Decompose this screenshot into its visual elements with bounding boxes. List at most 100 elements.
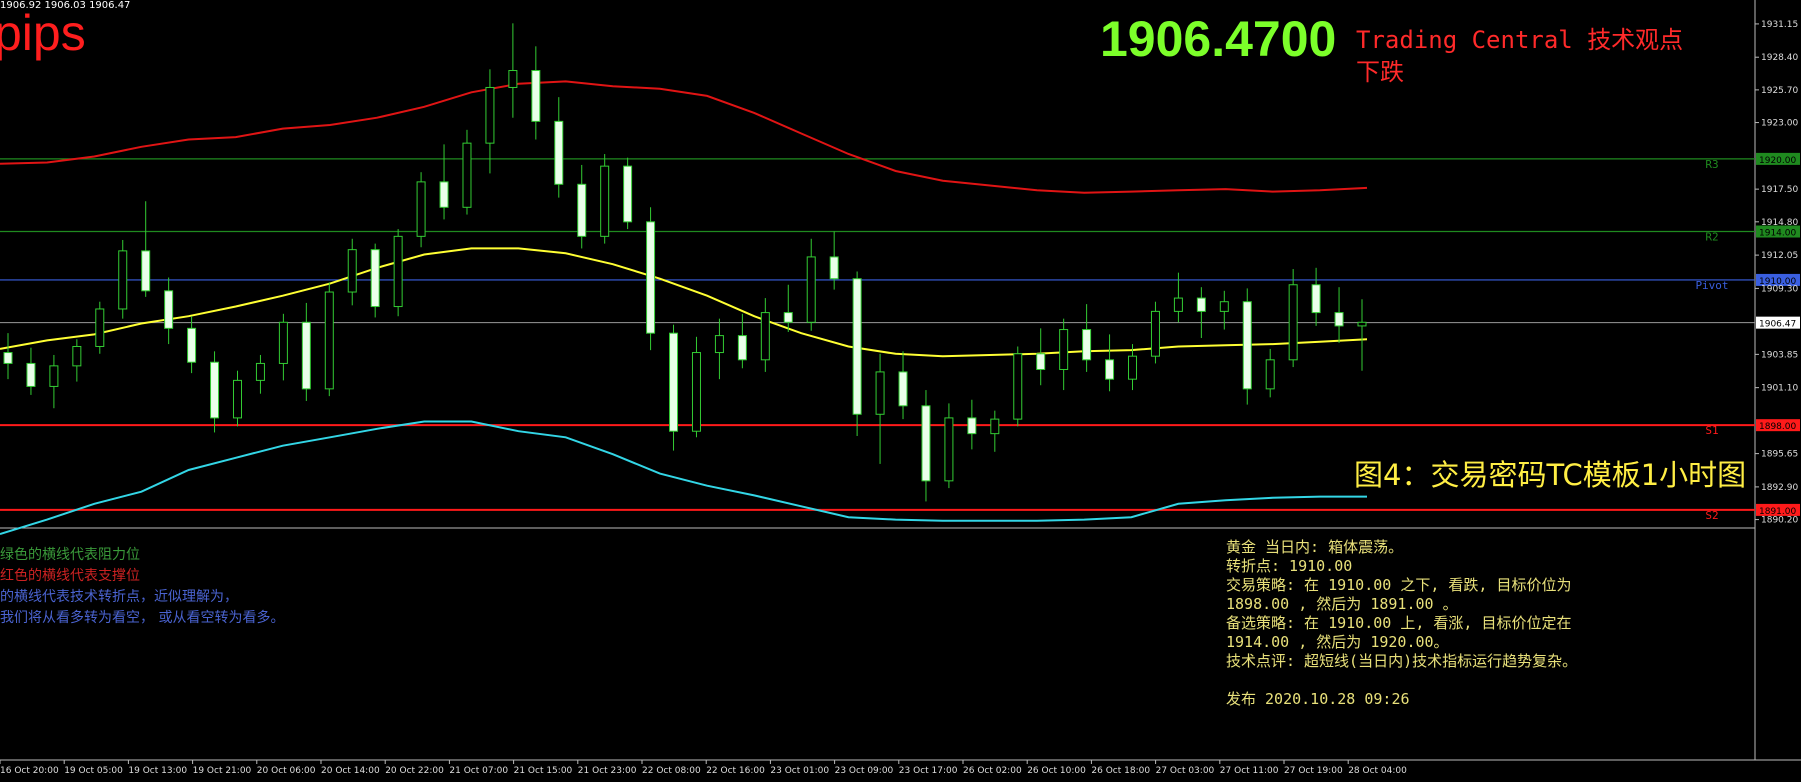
- level-price-label: 1898.00: [1759, 422, 1796, 432]
- candle-body: [1036, 353, 1046, 370]
- candle-body: [118, 250, 128, 310]
- trading-central-view: 下跌: [1356, 58, 1404, 86]
- comment-publish-time: 发布 2020.10.28 09:26: [1226, 690, 1410, 708]
- candle-body: [1196, 297, 1206, 312]
- candle-body: [554, 120, 564, 185]
- candle-body: [1357, 321, 1367, 327]
- candle-body: [990, 418, 1000, 435]
- candle-body: [829, 256, 839, 280]
- time-tick-label: 26 Oct 02:00: [963, 766, 1022, 776]
- price-tick-label: 1909.30: [1761, 284, 1798, 294]
- candle-body: [806, 256, 816, 323]
- candle-body: [1219, 301, 1229, 312]
- time-tick-label: 20 Oct 06:00: [257, 766, 316, 776]
- candle-body: [714, 335, 724, 354]
- candle-body: [1128, 355, 1138, 380]
- candle-body: [347, 249, 357, 293]
- candle-body: [531, 70, 541, 122]
- time-tick-label: 27 Oct 03:00: [1156, 766, 1215, 776]
- candle-body: [852, 278, 862, 415]
- comment-spacer: [1226, 671, 1577, 690]
- time-tick-label: 26 Oct 10:00: [1027, 766, 1086, 776]
- time-tick-label: 23 Oct 17:00: [899, 766, 958, 776]
- candle-body: [3, 352, 13, 364]
- price-tick-label: 1912.05: [1761, 251, 1798, 261]
- time-tick-label: 21 Oct 15:00: [514, 766, 573, 776]
- candle-body: [646, 221, 656, 334]
- level-name-s2: S2: [1705, 509, 1718, 522]
- candle-body: [485, 86, 495, 144]
- price-tick-label: 1903.85: [1761, 350, 1798, 360]
- time-tick-label: 27 Oct 19:00: [1284, 766, 1343, 776]
- series-upper-band: [0, 80, 1368, 194]
- candlesticks: [3, 23, 1367, 502]
- candle-body: [944, 417, 954, 482]
- candle-body: [141, 250, 151, 292]
- price-tick-label: 1917.50: [1761, 185, 1798, 195]
- candle-body: [255, 362, 265, 381]
- time-tick-label: 26 Oct 18:00: [1091, 766, 1150, 776]
- level-name-s1: S1: [1705, 424, 1718, 437]
- legend-line-pivot: 的横线代表技术转折点，近似理解为，: [0, 589, 238, 605]
- candle-body: [278, 321, 288, 364]
- time-tick-label: 20 Oct 14:00: [321, 766, 380, 776]
- candle-body: [1288, 284, 1298, 361]
- level-name-r3: R3: [1705, 158, 1718, 171]
- comment-line: 1914.00 , 然后为 1920.00。: [1226, 633, 1449, 651]
- candle-body: [1173, 297, 1183, 312]
- candle-body: [72, 345, 82, 367]
- time-tick-label: 19 Oct 05:00: [64, 766, 123, 776]
- level-name-r2: R2: [1705, 231, 1718, 244]
- comment-line: 技术点评: 超短线(当日内)技术指标运行趋势复杂。: [1226, 652, 1578, 670]
- candle-body: [967, 417, 977, 435]
- candle-body: [783, 312, 793, 323]
- comment-line: 1898.00 , 然后为 1891.00 。: [1226, 595, 1458, 613]
- candle-body: [1311, 284, 1321, 314]
- comment-line: 交易策略: 在 1910.00 之下, 看跌, 目标价位为: [1226, 576, 1572, 594]
- candle-body: [1105, 359, 1115, 380]
- time-tick-label: 20 Oct 22:00: [385, 766, 444, 776]
- candle-body: [691, 352, 701, 432]
- time-tick-label: 16 Oct 20:00: [0, 766, 59, 776]
- current-price-label: 1906.47: [1759, 320, 1796, 330]
- candle-body: [875, 371, 885, 415]
- series-lower-band: [0, 420, 1367, 536]
- price-tick-label: 1925.70: [1761, 86, 1798, 96]
- candle-body: [1242, 301, 1252, 390]
- price-tick-label: 1892.90: [1761, 483, 1798, 493]
- candle-body: [232, 379, 242, 419]
- figure-caption: 图4：交易密码TC模板1小时图: [1354, 458, 1747, 492]
- candle-body: [921, 405, 931, 482]
- comment-line: 备选策略: 在 1910.00 上, 看涨, 目标价位定在: [1226, 614, 1572, 632]
- candle-body: [577, 183, 587, 237]
- time-tick-label: 22 Oct 08:00: [642, 766, 701, 776]
- candle-body: [416, 181, 426, 237]
- candle-body: [1265, 359, 1275, 390]
- candle-body: [164, 290, 174, 329]
- price-tick-label: 1914.80: [1761, 218, 1798, 228]
- price-tick-label: 1895.65: [1761, 450, 1798, 460]
- legend-line-pivot-note: 我们将从看多转为看空， 或从看空转为看多。: [0, 610, 285, 626]
- comment-line: 转折点: 1910.00: [1226, 557, 1353, 575]
- trading-central-title: Trading Central 技术观点: [1356, 26, 1684, 54]
- candle-body: [301, 321, 311, 390]
- price-tick-label: 1901.10: [1761, 384, 1798, 394]
- time-tick-label: 21 Oct 23:00: [578, 766, 637, 776]
- time-tick-label: 23 Oct 09:00: [835, 766, 894, 776]
- candle-body: [1082, 329, 1092, 361]
- candle-body: [508, 70, 518, 88]
- pips-label: pips: [0, 5, 86, 61]
- legend-line-support: 红色的横线代表支撑位: [0, 568, 140, 584]
- candle-body: [393, 235, 403, 308]
- time-tick-label: 21 Oct 07:00: [449, 766, 508, 776]
- price-axis: 1931.15 1928.40 1925.70 1923.00 1917.50 1914.…: [1755, 20, 1800, 526]
- indicator-lines: [0, 80, 1368, 536]
- candle-body: [737, 335, 747, 361]
- candle-body: [1150, 310, 1160, 357]
- level-name-pivot: Pivot: [1695, 279, 1728, 292]
- level-price-label: 1914.00: [1759, 229, 1796, 239]
- time-tick-label: 22 Oct 16:00: [706, 766, 765, 776]
- candle-body: [898, 371, 908, 407]
- price-tick-label: 1931.15: [1761, 20, 1798, 30]
- series-moving-average: [0, 247, 1368, 358]
